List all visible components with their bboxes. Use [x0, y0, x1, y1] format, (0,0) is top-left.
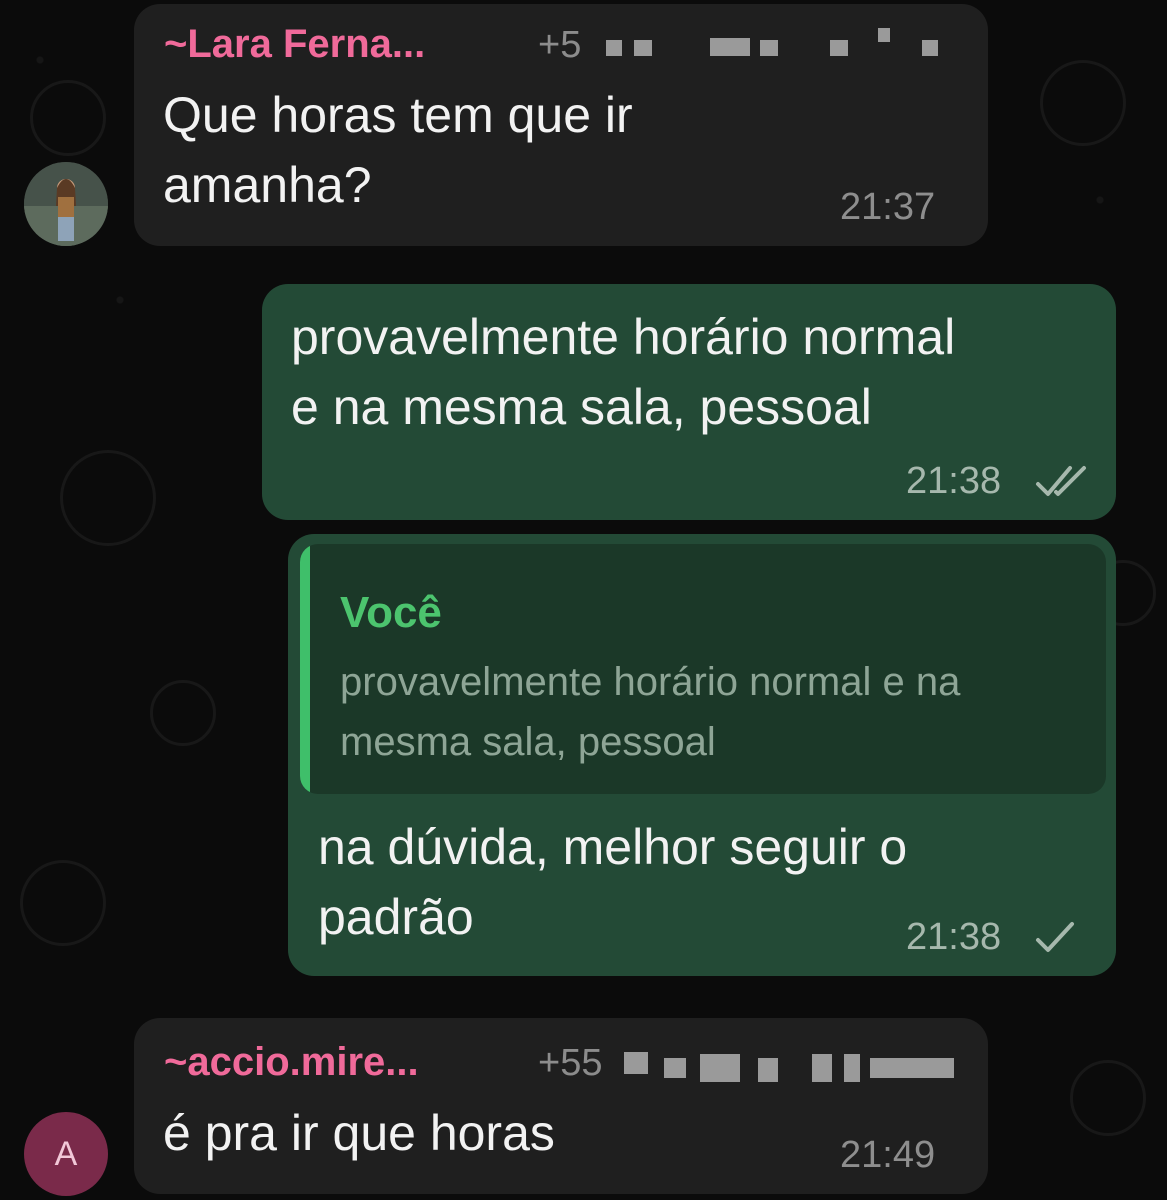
sender-name[interactable]: ~Lara Ferna... — [164, 22, 425, 67]
redacted-phone-block — [606, 40, 622, 56]
message-text: provavelmente horário normal — [291, 309, 956, 365]
message-text: Que horas tem que ir — [163, 87, 633, 143]
wallpaper-doodle — [150, 680, 216, 746]
message-bubble[interactable]: provavelmente horário normal e na mesma … — [262, 284, 1116, 520]
message-bubble[interactable]: Você provavelmente horário normal e na m… — [288, 534, 1116, 976]
message-text: padrão — [318, 889, 474, 945]
redacted-phone-block — [870, 1058, 954, 1078]
redacted-phone-block — [878, 28, 890, 42]
wallpaper-doodle — [60, 450, 156, 546]
double-check-icon — [1036, 466, 1086, 496]
quote-author: Você — [340, 588, 442, 637]
message-bubble[interactable]: ~accio.mire... +55 é pra ir que horas 21… — [134, 1018, 988, 1194]
avatar-photo-icon — [24, 162, 108, 246]
message-text: é pra ir que horas — [163, 1105, 555, 1161]
avatar-letter: A — [54, 1135, 78, 1173]
redacted-phone-block — [922, 40, 938, 56]
wallpaper-doodle — [1070, 1060, 1146, 1136]
message-bubble[interactable]: ~Lara Ferna... +5 Que horas tem que ir a… — [134, 4, 988, 246]
message-time: 21:38 — [906, 460, 1002, 502]
wallpaper-doodle — [20, 860, 106, 946]
redacted-phone-block — [710, 38, 750, 56]
quote-text: mesma sala, pessoal — [340, 720, 716, 764]
avatar[interactable]: A — [24, 1112, 108, 1196]
message-time: 21:38 — [906, 916, 1002, 958]
redacted-phone-block — [830, 40, 848, 56]
quote-text: provavelmente horário normal e na — [340, 660, 961, 704]
redacted-phone-block — [664, 1058, 686, 1078]
single-check-icon — [1036, 922, 1074, 952]
redacted-phone-block — [844, 1054, 860, 1082]
quoted-message[interactable]: Você provavelmente horário normal e na m… — [300, 544, 1106, 794]
redacted-phone-block — [758, 1058, 778, 1082]
sender-name[interactable]: ~accio.mire... — [164, 1040, 419, 1085]
message-time: 21:49 — [840, 1134, 936, 1176]
wallpaper-doodle — [30, 80, 106, 156]
wallpaper-doodle — [1040, 60, 1126, 146]
sender-phone: +5 — [538, 24, 582, 66]
redacted-phone-block — [634, 40, 652, 56]
sender-phone: +55 — [538, 1042, 603, 1084]
redacted-phone-block — [760, 40, 778, 56]
quote-accent-bar — [300, 544, 310, 794]
message-text: e na mesma sala, pessoal — [291, 379, 872, 435]
avatar[interactable] — [24, 162, 108, 246]
redacted-phone-block — [700, 1054, 740, 1082]
redacted-phone-block — [624, 1052, 648, 1074]
message-text: na dúvida, melhor seguir o — [318, 819, 908, 875]
redacted-phone-block — [812, 1054, 832, 1082]
message-time: 21:37 — [840, 186, 936, 228]
message-text: amanha? — [163, 157, 372, 213]
